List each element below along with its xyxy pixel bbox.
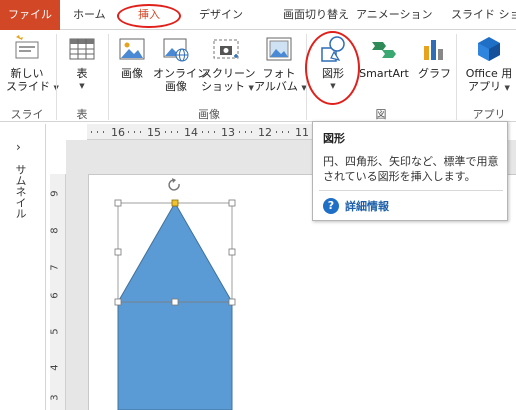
image-icon <box>119 38 145 60</box>
tab-insert[interactable]: 挿入 <box>120 0 178 30</box>
office-store-icon <box>478 37 500 61</box>
group-label-apps: アプリ <box>472 108 506 121</box>
group-label-illustrations: 図 <box>375 108 387 121</box>
ruler-tick-label: 12 <box>258 126 272 139</box>
table-label: 表 <box>76 67 88 80</box>
triangle-shape[interactable] <box>117 201 233 303</box>
screenshot-label-2: ショット ▼ <box>201 80 254 93</box>
online-image-button[interactable]: オンライン 画像 <box>153 34 208 93</box>
office-apps-label-1: Office 用 <box>465 67 513 80</box>
online-image-label-1: オンライン <box>153 67 208 80</box>
new-slide-label-2: スライド ▼ <box>6 80 59 93</box>
help-link-label: 詳細情報 <box>345 200 389 213</box>
online-image-icon <box>163 38 189 62</box>
shapes-tooltip: 図形 円、四角形、矢印など、標準で用意されている図形を挿入します。 ? 詳細情報 <box>312 121 508 221</box>
smartart-icon <box>372 42 396 58</box>
ribbon-tab-bar: ファイル ホーム 挿入 デザイン 画面切り替え アニメーション スライド ショー <box>0 0 516 30</box>
ruler-tick-label: 9 <box>49 190 61 197</box>
dropdown-arrow-icon: ▼ <box>330 82 336 90</box>
chart-icon <box>424 40 443 60</box>
adjust-handle[interactable] <box>171 199 179 207</box>
image-button[interactable]: 画像 <box>114 34 150 80</box>
ribbon-separator <box>108 34 109 120</box>
shapes-label: 図形 <box>322 67 344 80</box>
ribbon-separator <box>456 34 457 120</box>
rotate-handle-icon[interactable] <box>168 178 180 191</box>
ruler-tick-label: 8 <box>49 227 61 234</box>
photo-album-label-2: アルバム ▼ <box>254 80 307 93</box>
photo-album-button[interactable]: フォト アルバム ▼ <box>254 34 307 95</box>
tab-animations[interactable]: アニメーション <box>356 0 433 30</box>
photo-album-label-1: フォト <box>262 67 296 80</box>
expand-chevron-icon[interactable]: › <box>16 140 21 154</box>
chart-label: グラフ <box>418 67 451 80</box>
ruler-tick-label: 16 <box>111 126 125 139</box>
vertical-ruler: 9 8 7 6 5 4 3 <box>50 174 66 410</box>
ruler-tick-label: 15 <box>147 126 161 139</box>
help-icon: ? <box>323 198 339 214</box>
screenshot-label-1: スクリーン <box>201 67 256 80</box>
ruler-tick-label: 3 <box>49 394 61 401</box>
new-slide-button[interactable]: 新しい スライド ▼ <box>6 34 59 95</box>
thumbnail-pane-label: サムネイル <box>14 164 27 219</box>
group-label-table: 表 <box>76 108 88 121</box>
horizontal-ruler: 16 15 14 13 12 11 <box>87 124 313 140</box>
ribbon-separator <box>56 34 57 120</box>
ruler-tick-label: 11 <box>295 126 309 139</box>
rectangle-shape[interactable] <box>117 301 233 410</box>
table-icon <box>69 38 95 60</box>
table-button[interactable]: 表 ▼ <box>64 34 100 93</box>
tab-home[interactable]: ホーム <box>73 0 106 30</box>
shapes-button[interactable]: 図形 ▼ <box>312 34 354 93</box>
thumbnail-pane: › サムネイル <box>0 124 46 410</box>
tooltip-title: 図形 <box>323 132 345 145</box>
ruler-tick-label: 4 <box>49 364 61 371</box>
tab-slideshow[interactable]: スライド ショー <box>451 0 516 30</box>
dropdown-arrow-icon: ▼ <box>79 82 85 90</box>
ruler-tick-label: 13 <box>221 126 235 139</box>
tab-transitions[interactable]: 画面切り替え <box>283 0 349 30</box>
shapes-icon <box>321 36 345 62</box>
tab-file[interactable]: ファイル <box>0 0 60 30</box>
ribbon: 新しい スライド ▼ スライド 表 ▼ 表 画像 <box>0 30 516 137</box>
ruler-tick-label: 6 <box>49 292 61 299</box>
new-slide-label-1: 新しい <box>10 67 44 80</box>
photo-album-icon <box>266 37 292 61</box>
tab-design[interactable]: デザイン <box>199 0 243 30</box>
online-image-label-2: 画像 <box>165 80 187 93</box>
tooltip-description: 円、四角形、矢印など、標準で用意されている図形を挿入します。 <box>323 155 499 183</box>
screenshot-button[interactable]: スクリーン ショット ▼ <box>201 34 256 95</box>
tooltip-help-link[interactable]: ? 詳細情報 <box>323 198 389 214</box>
office-apps-button[interactable]: Office 用 アプリ ▼ <box>462 34 516 95</box>
smartart-label: SmartArt <box>359 67 409 80</box>
new-slide-icon <box>15 35 39 59</box>
slide-shapes <box>114 178 236 410</box>
ruler-tick-label: 14 <box>184 126 198 139</box>
screenshot-icon <box>213 39 239 59</box>
image-label: 画像 <box>121 67 143 80</box>
chart-button[interactable]: グラフ <box>418 34 451 80</box>
ruler-tick-label: 7 <box>49 264 61 271</box>
tooltip-divider <box>319 190 503 191</box>
ruler-tick-label: 5 <box>49 328 61 335</box>
office-apps-label-2: アプリ ▼ <box>468 80 510 93</box>
group-label-images: 画像 <box>198 108 220 121</box>
smartart-button[interactable]: SmartArt <box>356 34 412 80</box>
